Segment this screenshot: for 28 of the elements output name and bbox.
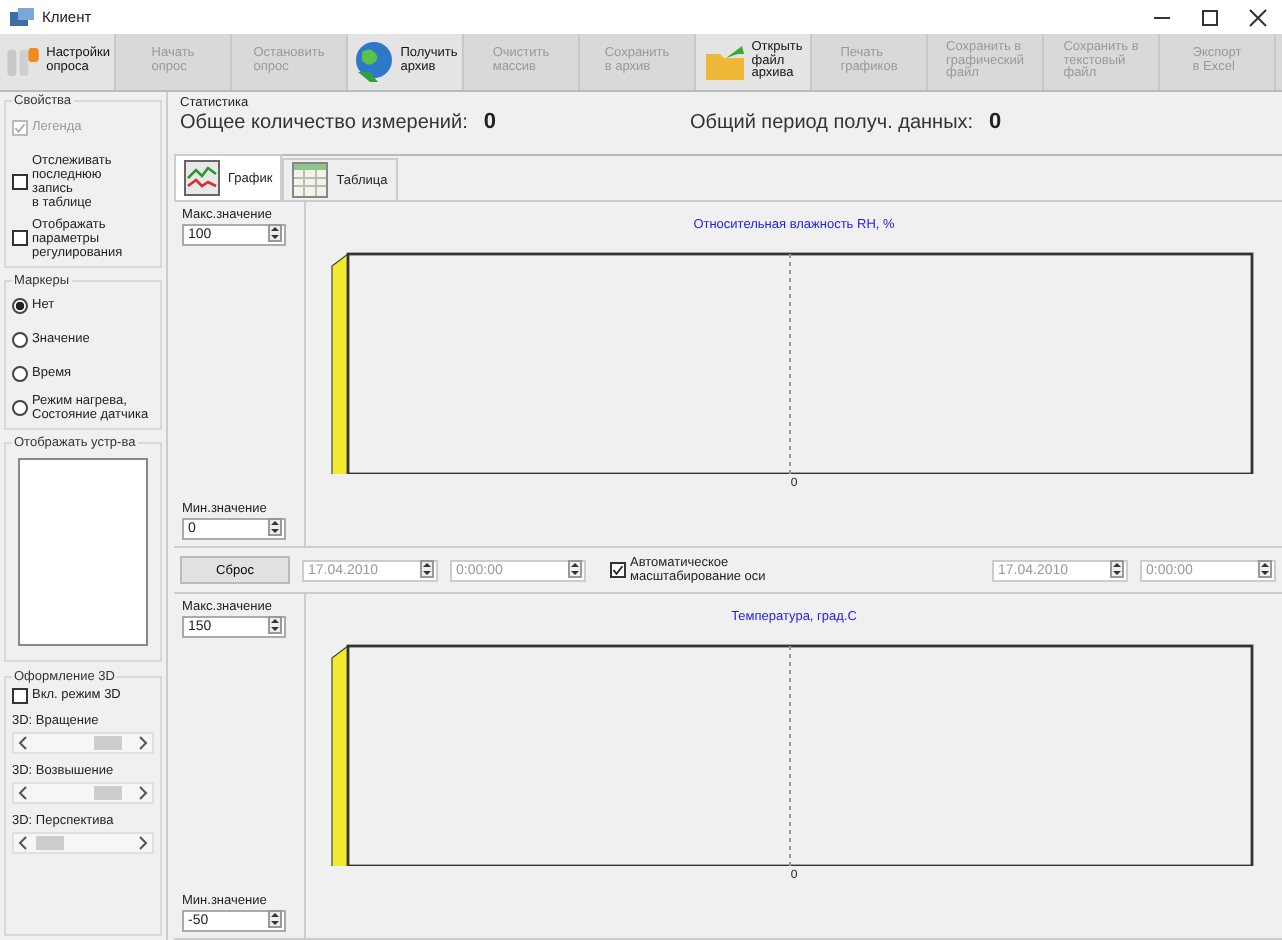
stat-value: 0 — [483, 110, 496, 134]
spin-arrows-icon — [268, 518, 282, 536]
spin-arrows-icon — [1110, 559, 1124, 577]
globe-icon — [352, 40, 397, 84]
radio-button[interactable] — [12, 331, 28, 348]
radio-button[interactable] — [12, 365, 28, 382]
table-icon — [292, 162, 329, 198]
folder-icon — [703, 42, 748, 82]
spin-arrows-icon — [268, 910, 282, 928]
radio-button[interactable] — [12, 399, 28, 416]
spin-arrows-icon — [268, 224, 282, 242]
app-icon — [8, 7, 36, 27]
line-graph-icon — [184, 160, 220, 196]
spin-arrows-icon — [420, 559, 434, 577]
maximize-icon[interactable] — [1200, 7, 1220, 27]
stat-value: 0 — [989, 110, 1002, 134]
stat-label: Общее количество измерений: — [180, 111, 468, 133]
spin-arrows-icon — [1258, 559, 1272, 577]
device-list[interactable] — [18, 457, 148, 646]
stat-label: Общий период получ. данных: — [690, 111, 974, 133]
checkbox[interactable] — [12, 230, 28, 247]
checkbox[interactable] — [12, 174, 28, 191]
radio-button[interactable] — [12, 297, 28, 314]
spin-arrows-icon — [568, 559, 582, 577]
close-icon[interactable] — [1248, 7, 1268, 27]
checkbox[interactable] — [610, 562, 626, 578]
spin-arrows-icon — [268, 616, 282, 634]
checkbox[interactable] — [12, 687, 28, 704]
